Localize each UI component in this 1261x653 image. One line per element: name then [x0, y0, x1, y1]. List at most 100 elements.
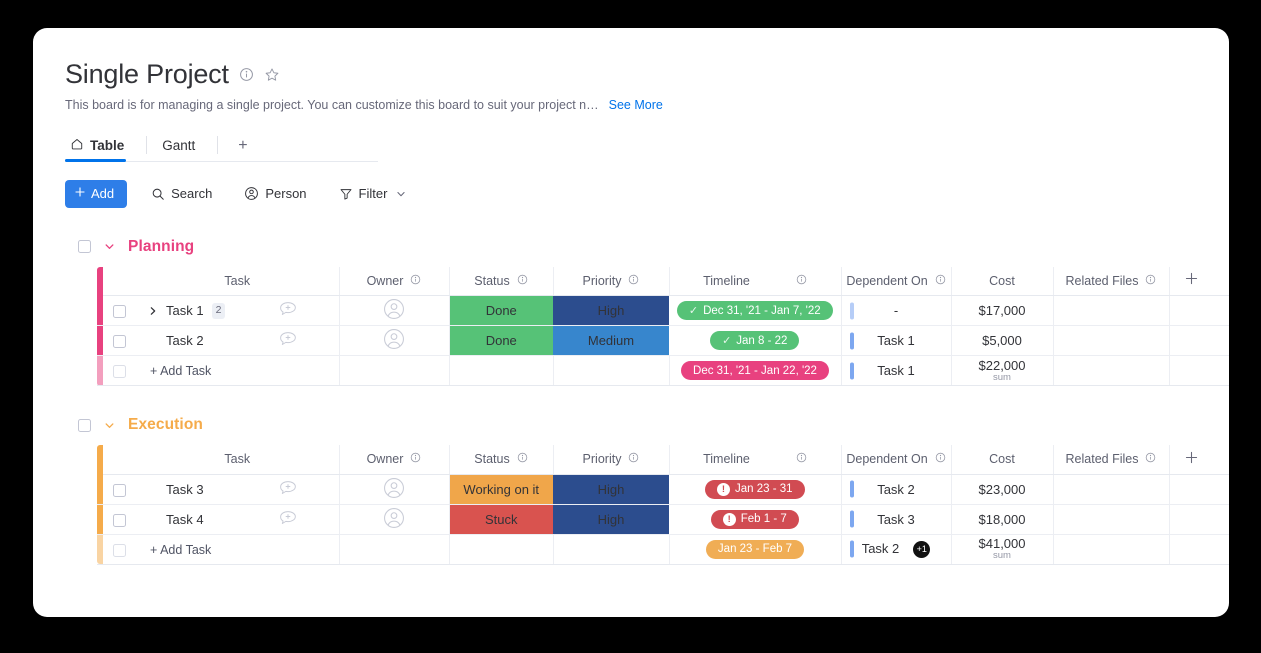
row-checkbox[interactable]: [113, 513, 126, 527]
timeline-pill[interactable]: ! Feb 1 - 7: [710, 509, 799, 529]
comment-cell: [237, 295, 340, 327]
cost-cell[interactable]: $17,000: [951, 295, 1054, 327]
cost-value: $5,000: [982, 333, 1022, 349]
footer-dependent-on-cell: Task 1: [841, 355, 952, 387]
priority-cell[interactable]: High: [553, 504, 669, 535]
avatar-placeholder-icon[interactable]: [383, 328, 405, 350]
info-icon[interactable]: [796, 274, 807, 288]
add-column-icon[interactable]: [1184, 450, 1199, 469]
tab-gantt[interactable]: Gantt: [157, 131, 207, 161]
related-files-cell[interactable]: [1053, 504, 1170, 535]
cost-cell[interactable]: $5,000: [951, 325, 1054, 357]
footer-related-files-cell: [1053, 534, 1170, 565]
add-button[interactable]: Add: [65, 179, 128, 208]
cost-sum-label: sum: [993, 371, 1011, 383]
task-name[interactable]: Task 3: [166, 482, 204, 497]
row-checkbox[interactable]: [113, 335, 126, 349]
comment-add-icon[interactable]: [278, 299, 298, 319]
info-icon[interactable]: [410, 274, 421, 288]
timeline-pill[interactable]: ✓ Dec 31, '21 - Jan 7, '22: [676, 301, 833, 321]
related-files-cell[interactable]: [1053, 474, 1170, 505]
dependent-on-cell[interactable]: Task 2: [841, 474, 952, 505]
status-cell[interactable]: Done: [449, 325, 553, 357]
add-view-button[interactable]: +: [228, 131, 257, 161]
info-icon[interactable]: [517, 274, 528, 288]
related-files-cell[interactable]: [1053, 325, 1170, 357]
footer-checkbox-cell: [103, 355, 136, 387]
info-icon[interactable]: [410, 452, 421, 466]
info-icon[interactable]: [935, 452, 946, 466]
comment-cell: [237, 474, 340, 505]
status-cell[interactable]: Working on it: [449, 474, 553, 505]
board-toolbar: Add Search Person Filter: [65, 179, 1229, 208]
related-files-cell[interactable]: [1053, 295, 1170, 327]
group-select-checkbox[interactable]: [78, 418, 91, 432]
see-more-link[interactable]: See More: [609, 98, 663, 112]
add-task-cell[interactable]: + Add Task: [136, 534, 238, 565]
dependent-on-cell[interactable]: -: [841, 295, 952, 327]
info-icon[interactable]: [1145, 274, 1156, 288]
add-button-label: Add: [91, 186, 115, 202]
comment-add-icon[interactable]: [278, 478, 298, 498]
task-name[interactable]: Task 2: [166, 333, 204, 348]
timeline-pill[interactable]: ✓ Jan 8 - 22: [710, 331, 800, 351]
info-icon[interactable]: [517, 452, 528, 466]
expand-subitems-icon[interactable]: [148, 306, 158, 316]
status-cell[interactable]: Done: [449, 295, 553, 327]
timeline-label: Jan 8 - 22: [736, 334, 788, 347]
info-icon[interactable]: [628, 452, 639, 466]
chevron-down-icon[interactable]: [395, 188, 407, 200]
group-collapse-icon[interactable]: [103, 419, 116, 432]
priority-cell[interactable]: Medium: [553, 325, 669, 357]
status-cell[interactable]: Stuck: [449, 504, 553, 535]
group-collapse-icon[interactable]: [103, 240, 116, 253]
footer-checkbox[interactable]: [113, 365, 126, 379]
screen: Single Project This board is for managin…: [0, 0, 1261, 653]
owner-cell: [339, 295, 450, 327]
row-checkbox[interactable]: [113, 483, 126, 497]
info-icon[interactable]: [628, 274, 639, 288]
dependent-on-cell[interactable]: Task 3: [841, 504, 952, 535]
task-name[interactable]: Task 4: [166, 512, 204, 527]
table-header-row: Task Owner Status Priority Timeline Dependent…: [97, 266, 1229, 297]
info-icon[interactable]: [796, 452, 807, 466]
comment-add-icon[interactable]: [278, 329, 298, 349]
cost-cell[interactable]: $18,000: [951, 504, 1054, 535]
cost-cell[interactable]: $23,000: [951, 474, 1054, 505]
filter-button[interactable]: Filter: [331, 182, 416, 205]
info-icon[interactable]: [935, 274, 946, 288]
timeline-summary-pill[interactable]: Jan 23 - Feb 7: [705, 539, 805, 559]
avatar-placeholder-icon[interactable]: [383, 507, 405, 529]
footer-color-bar: [97, 534, 103, 565]
priority-cell[interactable]: High: [553, 295, 669, 327]
avatar-placeholder-icon[interactable]: [383, 477, 405, 499]
avatar-placeholder-icon[interactable]: [383, 298, 405, 320]
group-title[interactable]: Execution: [128, 416, 203, 434]
timeline-pill[interactable]: ! Jan 23 - 31: [704, 479, 805, 499]
status-label: Done: [485, 333, 517, 349]
header-add-column[interactable]: [1169, 266, 1229, 297]
dependency-bar: [849, 480, 854, 498]
task-name[interactable]: Task 1: [166, 303, 204, 318]
comment-add-icon[interactable]: [278, 508, 298, 528]
row-checkbox[interactable]: [113, 305, 126, 319]
search-button[interactable]: Search: [143, 182, 220, 205]
priority-cell[interactable]: High: [553, 474, 669, 505]
add-column-icon[interactable]: [1184, 271, 1199, 290]
info-icon[interactable]: [1145, 452, 1156, 466]
tab-table[interactable]: Table: [65, 131, 136, 162]
extra-dependencies-badge[interactable]: +1: [913, 540, 931, 558]
star-outline-icon[interactable]: [264, 67, 280, 83]
row-checkbox-cell: [103, 295, 136, 327]
footer-timeline-cell: Jan 23 - Feb 7: [669, 534, 842, 565]
header-related-files: Related Files: [1053, 445, 1170, 475]
group-title[interactable]: Planning: [128, 238, 194, 256]
dependent-on-cell[interactable]: Task 1: [841, 325, 952, 357]
add-task-cell[interactable]: + Add Task: [136, 355, 238, 387]
footer-checkbox[interactable]: [113, 543, 126, 557]
person-filter-button[interactable]: Person: [236, 182, 314, 205]
timeline-summary-pill[interactable]: Dec 31, '21 - Jan 22, '22: [681, 361, 829, 381]
header-add-column[interactable]: [1169, 445, 1229, 475]
info-circle-icon[interactable]: [239, 67, 254, 82]
group-select-checkbox[interactable]: [78, 240, 91, 254]
